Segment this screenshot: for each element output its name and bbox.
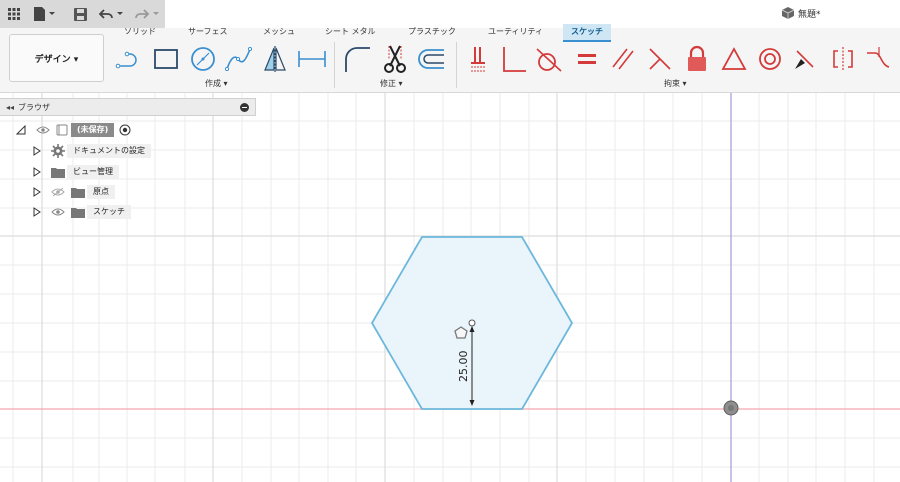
gear-icon	[51, 144, 65, 158]
tab-utility[interactable]: ユーティリティ	[488, 24, 543, 40]
folder-icon	[51, 167, 65, 178]
cube-icon	[782, 7, 794, 19]
browser-item-origin[interactable]: 原点	[33, 184, 115, 200]
component-icon	[56, 124, 68, 136]
workspace-switcher-button[interactable]: デザイン ▾	[9, 34, 104, 82]
parallel-constraint-icon[interactable]	[608, 44, 638, 74]
collapse-icon[interactable]: ◂◂	[6, 103, 14, 112]
create-group-label[interactable]: 作成 ▾	[205, 78, 228, 89]
expand-triangle-icon[interactable]	[33, 187, 41, 197]
constraints-group-label[interactable]: 拘束 ▾	[664, 78, 687, 89]
center-point[interactable]	[468, 319, 476, 327]
line-tool-icon[interactable]	[114, 44, 144, 74]
tab-sketch[interactable]: スケッチ	[563, 24, 611, 42]
ribbon: ソリッド サーフェス メッシュ シート メタル プラスチック ユーティリティ ス…	[0, 24, 900, 93]
browser-root-node[interactable]: (未保存)	[16, 122, 131, 138]
document-tab[interactable]: 無題*	[782, 5, 821, 21]
document-title: 無題*	[798, 9, 821, 20]
rectangle-tool-icon[interactable]	[151, 44, 181, 74]
lock-fix-constraint-icon[interactable]	[682, 44, 712, 74]
eye-icon[interactable]	[36, 125, 50, 135]
fillet-tool-icon[interactable]	[342, 44, 372, 74]
activate-radio-icon[interactable]	[119, 124, 131, 136]
tangent-constraint-icon[interactable]	[534, 44, 564, 74]
spline-tool-icon[interactable]	[224, 44, 254, 74]
folder-icon	[71, 187, 85, 198]
dimension-value[interactable]: 25.00	[457, 351, 470, 383]
tab-surface[interactable]: サーフェス	[188, 24, 228, 40]
tab-mesh[interactable]: メッシュ	[263, 24, 295, 40]
coincident-constraint-icon[interactable]	[465, 44, 495, 74]
browser-panel: ◂◂ ブラウザ (未保存) ドキュメントの設定 ビュー管理 原点 スケッチ	[0, 96, 258, 226]
concentric-constraint-icon[interactable]	[755, 44, 785, 74]
offset-tool-icon[interactable]	[416, 44, 446, 74]
equal-constraint-icon[interactable]	[572, 44, 602, 74]
folder-icon	[71, 207, 85, 218]
modify-group-label[interactable]: 修正 ▾	[380, 78, 403, 89]
curvature-constraint-icon[interactable]	[864, 44, 894, 74]
collinear-constraint-icon[interactable]	[790, 44, 820, 74]
browser-item-document-settings[interactable]: ドキュメントの設定	[33, 143, 151, 159]
browser-title: ブラウザ	[18, 102, 51, 112]
minimize-icon[interactable]	[240, 102, 249, 112]
root-component-label[interactable]: (未保存)	[71, 123, 115, 137]
expand-triangle-icon[interactable]	[16, 125, 26, 135]
redo-icon[interactable]	[134, 5, 162, 23]
perpendicular-constraint-icon[interactable]	[499, 44, 529, 74]
ribbon-separator	[456, 42, 457, 88]
browser-item-label[interactable]: ビュー管理	[67, 165, 119, 179]
save-icon[interactable]	[72, 5, 88, 23]
horizontal-vertical-constraint-icon[interactable]	[645, 44, 675, 74]
browser-header: ◂◂ ブラウザ	[0, 98, 256, 116]
ribbon-separator	[334, 42, 335, 88]
tab-sheet-metal[interactable]: シート メタル	[325, 24, 376, 40]
eye-hidden-icon[interactable]	[51, 187, 65, 197]
dimension-tool-icon[interactable]	[297, 44, 327, 74]
symmetry-constraint-icon[interactable]	[828, 44, 858, 74]
origin-point-inner	[728, 405, 734, 411]
trim-scissors-icon[interactable]	[380, 44, 410, 74]
expand-triangle-icon[interactable]	[33, 167, 41, 177]
expand-triangle-icon[interactable]	[33, 207, 41, 217]
apps-grid-icon[interactable]	[6, 5, 22, 23]
eye-icon[interactable]	[51, 207, 65, 217]
browser-item-label[interactable]: スケッチ	[87, 205, 131, 219]
browser-item-label[interactable]: ドキュメントの設定	[67, 144, 151, 158]
browser-item-sketches[interactable]: スケッチ	[33, 204, 131, 220]
expand-triangle-icon[interactable]	[33, 146, 41, 156]
mirror-tool-icon[interactable]	[260, 44, 290, 74]
browser-item-view-management[interactable]: ビュー管理	[33, 164, 119, 180]
circle-tool-icon[interactable]	[188, 44, 218, 74]
undo-icon[interactable]	[98, 5, 126, 23]
tab-solid[interactable]: ソリッド	[124, 24, 156, 40]
tab-plastic[interactable]: プラスチック	[408, 24, 456, 40]
midpoint-constraint-icon[interactable]	[719, 44, 749, 74]
browser-item-label[interactable]: 原点	[87, 185, 115, 199]
file-icon[interactable]	[32, 5, 58, 23]
